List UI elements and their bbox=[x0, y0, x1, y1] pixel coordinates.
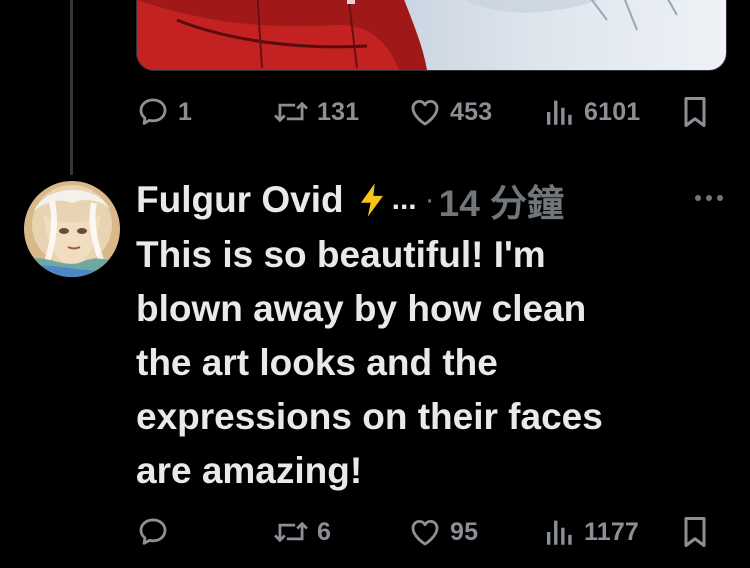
more-dots-icon bbox=[692, 195, 726, 212]
views-count: 1177 bbox=[584, 517, 640, 546]
previous-post-actions: 1 131 453 6101 bbox=[136, 92, 716, 132]
timestamp[interactable]: 14 分鐘 bbox=[439, 173, 564, 227]
reply-text: This is so beautiful! I'm blown away by … bbox=[136, 228, 696, 498]
more-options-button[interactable] bbox=[692, 188, 726, 208]
reply-button[interactable] bbox=[136, 512, 178, 552]
author-avatar[interactable] bbox=[24, 181, 120, 277]
reply-button[interactable]: 1 bbox=[136, 92, 192, 132]
like-count: 95 bbox=[450, 517, 479, 546]
separator-dot: · bbox=[424, 183, 435, 216]
bookmark-icon bbox=[680, 94, 710, 130]
views-count: 6101 bbox=[584, 97, 641, 126]
heart-icon bbox=[408, 515, 442, 549]
avatar-image bbox=[24, 181, 120, 277]
repost-arrows-icon bbox=[273, 515, 309, 549]
like-count: 453 bbox=[450, 97, 493, 126]
speech-bubble-icon bbox=[136, 95, 170, 129]
post-media-image[interactable] bbox=[136, 0, 727, 71]
name-truncation: ... bbox=[391, 183, 417, 216]
like-button[interactable]: 453 bbox=[408, 92, 492, 132]
bookmark-icon bbox=[680, 514, 710, 550]
views-button[interactable]: 1177 bbox=[544, 512, 639, 552]
reply-text-line: the art looks and the bbox=[136, 342, 498, 383]
repost-button[interactable]: 131 bbox=[273, 92, 359, 132]
lightning-bolt-icon bbox=[358, 182, 386, 218]
reply-actions: 6 95 1177 bbox=[136, 512, 716, 552]
speech-bubble-icon bbox=[136, 515, 170, 549]
reply-text-line: blown away by how clean bbox=[136, 288, 587, 329]
media-artwork bbox=[137, 0, 726, 70]
thread-connector-line bbox=[70, 0, 73, 175]
reply-text-line: This is so beautiful! I'm bbox=[136, 234, 546, 275]
reply-text-line: are amazing! bbox=[136, 450, 363, 491]
repost-count: 6 bbox=[317, 517, 332, 546]
like-button[interactable]: 95 bbox=[408, 512, 478, 552]
reply-count: 1 bbox=[178, 97, 193, 126]
repost-count: 131 bbox=[317, 97, 360, 126]
bar-chart-icon bbox=[544, 515, 576, 549]
reply-header: Fulgur Ovid ... · 14 分鐘 bbox=[136, 176, 564, 224]
bar-chart-icon bbox=[544, 95, 576, 129]
views-button[interactable]: 6101 bbox=[544, 92, 640, 132]
reply-text-line: expressions on their faces bbox=[136, 396, 603, 437]
repost-arrows-icon bbox=[273, 95, 309, 129]
author-name[interactable]: Fulgur Ovid bbox=[136, 179, 344, 221]
heart-icon bbox=[408, 95, 442, 129]
bookmark-button[interactable] bbox=[680, 92, 710, 132]
bookmark-button[interactable] bbox=[680, 512, 710, 552]
repost-button[interactable]: 6 bbox=[273, 512, 331, 552]
